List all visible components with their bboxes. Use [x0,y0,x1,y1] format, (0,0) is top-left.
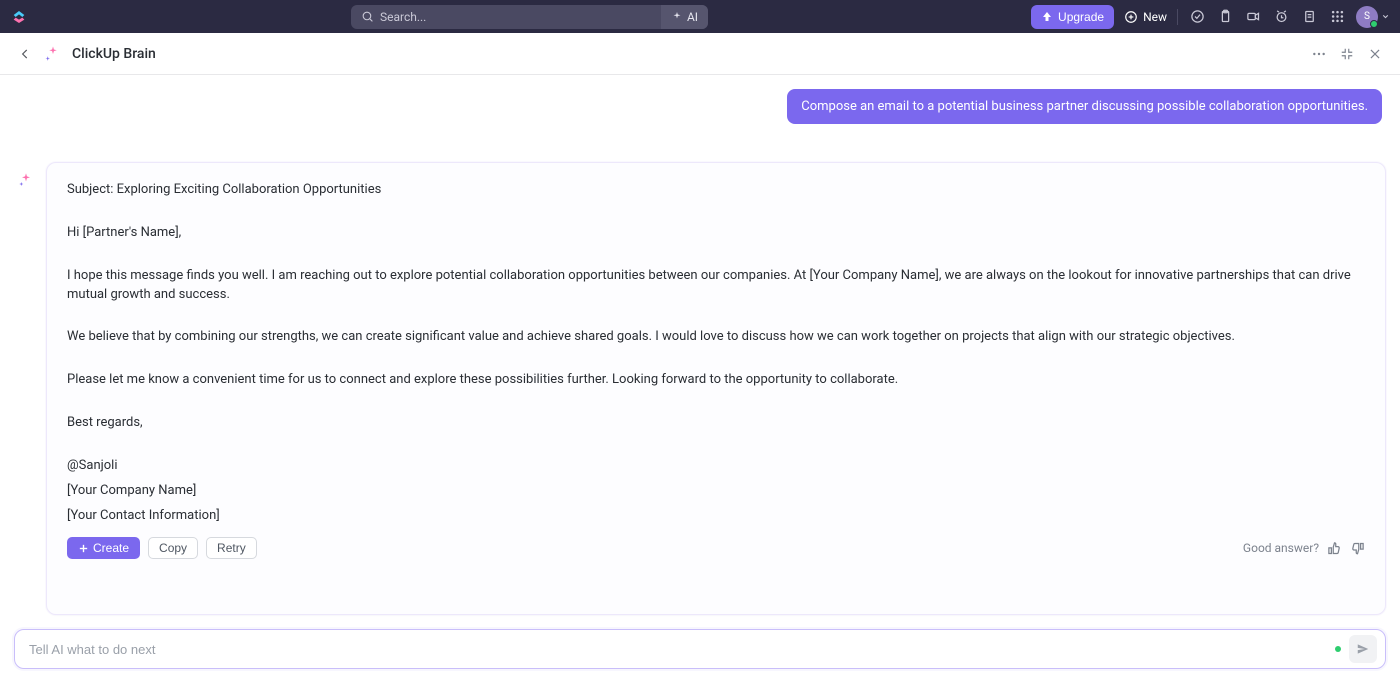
ai-sparkle-icon [14,168,38,192]
chat-content: Compose an email to a potential business… [0,75,1400,683]
page-title: ClickUp Brain [72,46,156,62]
more-options-button[interactable] [1310,45,1328,63]
notepad-icon[interactable] [1300,8,1318,26]
brain-icon [44,45,62,63]
upgrade-button[interactable]: Upgrade [1031,5,1114,29]
thumbs-up-button[interactable] [1327,541,1342,556]
copy-button[interactable]: Copy [148,537,198,559]
create-button[interactable]: Create [67,537,140,559]
upgrade-icon [1041,11,1053,23]
record-icon[interactable] [1244,8,1262,26]
close-button[interactable] [1366,45,1384,63]
search-ai-button[interactable]: AI [661,5,708,29]
collapse-button[interactable] [1338,45,1356,63]
email-name: @Sanjoli [67,457,1365,476]
plus-icon [78,543,89,554]
user-menu[interactable]: S [1356,6,1390,28]
topbar: Search... AI Upgrade New [0,0,1400,33]
back-button[interactable] [16,45,34,63]
search-icon [361,10,374,23]
email-company: [Your Company Name] [67,482,1365,501]
search-bar[interactable]: Search... AI [351,5,708,29]
email-para1: I hope this message finds you well. I am… [67,267,1365,305]
sparkle-icon [671,11,683,23]
task-tray-icon[interactable] [1188,8,1206,26]
email-para3: Please let me know a convenient time for… [67,371,1365,390]
thumbs-down-button[interactable] [1350,541,1365,556]
email-greeting: Hi [Partner's Name], [67,224,1365,243]
send-button[interactable] [1349,635,1377,663]
send-icon [1356,642,1370,656]
email-signoff: Best regards, [67,414,1365,433]
user-message: Compose an email to a potential business… [787,89,1382,124]
avatar: S [1356,6,1378,28]
page-header: ClickUp Brain [0,33,1400,75]
ai-response-card: Subject: Exploring Exciting Collaboratio… [46,162,1386,615]
ai-input[interactable] [29,642,1327,657]
apps-icon[interactable] [1328,8,1346,26]
clipboard-icon[interactable] [1216,8,1234,26]
email-para2: We believe that by combining our strengt… [67,328,1365,347]
clickup-logo[interactable] [10,8,28,26]
plus-circle-icon [1124,10,1138,24]
search-placeholder: Search... [380,10,426,24]
new-button[interactable]: New [1124,10,1167,24]
reminder-icon[interactable] [1272,8,1290,26]
feedback-label: Good answer? [1243,540,1319,557]
status-indicator [1335,646,1341,652]
ai-input-box[interactable] [14,629,1386,669]
email-contact: [Your Contact Information] [67,507,1365,526]
email-subject: Subject: Exploring Exciting Collaboratio… [67,181,1365,200]
retry-button[interactable]: Retry [206,537,257,559]
chevron-down-icon [1381,12,1390,21]
